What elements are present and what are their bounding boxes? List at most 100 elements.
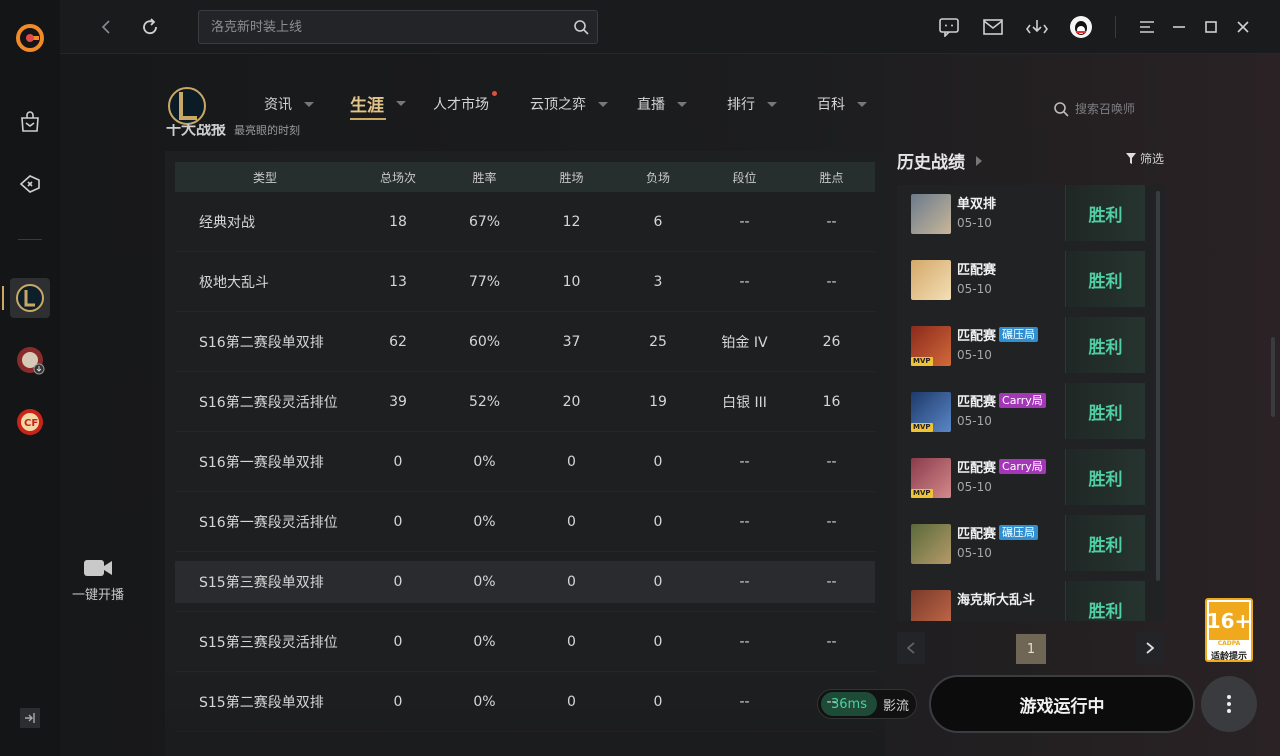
table-cell: 37 bbox=[562, 333, 581, 350]
table-cell: 67% bbox=[468, 213, 501, 230]
age-rating-badge: 16+ CADPA 适龄提示 bbox=[1205, 598, 1253, 662]
match-result: 胜利 bbox=[1065, 185, 1145, 241]
global-search-input[interactable] bbox=[211, 11, 551, 43]
current-page[interactable]: 1 bbox=[1016, 634, 1046, 664]
gamepad-icon[interactable] bbox=[10, 164, 50, 204]
match-card[interactable]: MVP 匹配赛 Carry局 05-10 胜利 bbox=[897, 449, 1155, 505]
next-page-button[interactable] bbox=[1136, 632, 1164, 664]
match-date: 05-10 bbox=[957, 216, 992, 230]
match-history-list: 单双排 05-10 胜利 匹配赛 05-10 胜利 MVP 匹配赛 碾压局 05-10 胜利 MVP 匹… bbox=[897, 185, 1165, 621]
table-row[interactable]: S16第一赛段灵活排位 0 0% 0 0 -- -- bbox=[175, 492, 875, 552]
table-header: 类型 总场次 胜率 胜场 负场 段位 胜点 bbox=[175, 162, 875, 192]
game-running-button[interactable]: 游戏运行中 bbox=[929, 675, 1195, 733]
match-mode: 匹配赛 碾压局 bbox=[957, 325, 1039, 344]
match-tag-badge: 碾压局 bbox=[999, 525, 1039, 540]
match-card[interactable]: 单双排 05-10 胜利 bbox=[897, 185, 1155, 241]
maximize-icon[interactable] bbox=[1198, 14, 1224, 40]
col-header: 类型 bbox=[252, 170, 277, 185]
history-scrollbar[interactable] bbox=[1156, 191, 1160, 581]
match-card[interactable]: MVP 匹配赛 碾压局 05-10 胜利 bbox=[897, 317, 1155, 373]
table-cell: 0 bbox=[567, 633, 576, 650]
nav-item-label: 云顶之弈 bbox=[530, 97, 586, 113]
menu-icon[interactable] bbox=[1134, 14, 1160, 40]
col-header: 胜率 bbox=[472, 170, 497, 185]
table-cell: S15第三赛段灵活排位 bbox=[199, 634, 338, 651]
table-cell: 0% bbox=[473, 633, 496, 650]
table-row[interactable]: S15第三赛段灵活排位 0 0% 0 0 -- -- bbox=[175, 612, 875, 672]
back-arrow-icon[interactable] bbox=[94, 14, 120, 40]
match-card[interactable]: 匹配赛 05-10 胜利 bbox=[897, 251, 1155, 307]
history-title: 历史战绩 bbox=[897, 153, 965, 173]
table-row[interactable]: S15第三赛段单双排 0 0% 0 0 -- -- bbox=[175, 552, 875, 612]
search-icon[interactable] bbox=[573, 19, 589, 39]
global-search-box[interactable] bbox=[198, 10, 598, 44]
chevron-down-icon bbox=[598, 101, 608, 107]
col-header: 总场次 bbox=[379, 170, 416, 185]
more-options-button[interactable] bbox=[1201, 676, 1257, 732]
history-header[interactable]: 历史战绩 bbox=[897, 148, 983, 173]
match-card[interactable]: 匹配赛 碾压局 05-10 胜利 bbox=[897, 515, 1155, 571]
more-vertical-icon bbox=[1227, 695, 1231, 713]
champion-avatar bbox=[911, 590, 951, 621]
dnf-game-icon[interactable] bbox=[10, 340, 50, 380]
table-row[interactable]: S16第一赛段单双排 0 0% 0 0 -- -- bbox=[175, 432, 875, 492]
match-card[interactable]: 海克斯大乱斗 胜利 bbox=[897, 581, 1155, 621]
table-cell: -- bbox=[739, 513, 750, 530]
table-row[interactable]: S16第二赛段灵活排位 39 52% 20 19 白银 III 16 bbox=[175, 372, 875, 432]
table-row[interactable]: S16第二赛段单双排 62 60% 37 25 铂金 IV 26 bbox=[175, 312, 875, 372]
table-cell: 0 bbox=[393, 573, 403, 590]
table-cell: 0% bbox=[473, 573, 496, 590]
match-date: 05-10 bbox=[957, 414, 992, 428]
nav-item-tft[interactable]: 云顶之弈 bbox=[530, 94, 608, 114]
notification-dot bbox=[492, 91, 497, 96]
svg-text:CF: CF bbox=[24, 418, 38, 429]
nav-item-label: 百科 bbox=[817, 97, 845, 113]
table-cell: -- bbox=[739, 633, 750, 650]
nav-item-label: 生涯 bbox=[350, 96, 384, 116]
main-scrollbar[interactable] bbox=[1271, 337, 1275, 417]
live-label: 一键开播 bbox=[71, 588, 124, 603]
nav-item-news[interactable]: 资讯 bbox=[264, 94, 314, 114]
qq-avatar-icon[interactable] bbox=[1068, 14, 1094, 40]
table-cell: 0% bbox=[473, 453, 496, 470]
prev-page-button[interactable] bbox=[897, 632, 925, 664]
match-mode: 单双排 bbox=[957, 193, 996, 212]
lol-game-icon[interactable] bbox=[10, 278, 50, 318]
close-icon[interactable] bbox=[1230, 14, 1256, 40]
chat-icon[interactable] bbox=[936, 14, 962, 40]
match-card[interactable]: MVP 匹配赛 Carry局 05-10 胜利 bbox=[897, 383, 1155, 439]
one-click-live-button[interactable]: 一键开播 bbox=[56, 558, 140, 603]
table-row[interactable]: 极地大乱斗 13 77% 10 3 -- -- bbox=[175, 252, 875, 312]
store-bag-icon[interactable] bbox=[10, 102, 50, 142]
table-cell: -- bbox=[739, 453, 750, 470]
table-cell: 3 bbox=[653, 273, 663, 290]
table-cell: 0 bbox=[653, 453, 663, 470]
nav-item-live[interactable]: 直播 bbox=[637, 94, 687, 114]
title-bar bbox=[60, 0, 1280, 54]
match-date: 05-10 bbox=[957, 348, 992, 362]
cf-game-icon[interactable]: CF bbox=[10, 402, 50, 442]
table-row[interactable]: 经典对战 18 67% 12 6 -- -- bbox=[175, 192, 875, 252]
mail-icon[interactable] bbox=[980, 14, 1006, 40]
table-cell: -- bbox=[826, 573, 837, 590]
table-cell: 16 bbox=[822, 393, 841, 410]
minimize-icon[interactable] bbox=[1166, 14, 1192, 40]
nav-item-wiki[interactable]: 百科 bbox=[817, 94, 867, 114]
chevron-down-icon bbox=[304, 101, 314, 107]
refresh-icon[interactable] bbox=[137, 14, 163, 40]
download-icon[interactable] bbox=[1024, 14, 1050, 40]
nav-item-career[interactable]: 生涯 bbox=[350, 91, 406, 120]
collapse-sidebar-button[interactable] bbox=[20, 708, 40, 728]
table-cell: S15第三赛段单双排 bbox=[199, 574, 324, 591]
table-row[interactable]: S15第二赛段单双排 0 0% 0 0 -- -- bbox=[175, 672, 875, 732]
match-date: 05-10 bbox=[957, 546, 992, 560]
nav-item-talent-market[interactable]: 人才市场 bbox=[433, 94, 489, 114]
summoner-search[interactable]: 搜索召唤师 bbox=[1053, 100, 1135, 117]
nav-item-ranking[interactable]: 排行 bbox=[727, 94, 777, 114]
wegame-logo-icon[interactable] bbox=[10, 18, 50, 58]
stats-table: 类型 总场次 胜率 胜场 负场 段位 胜点 经典对战 18 67% 12 6 -- -- 极地… bbox=[165, 151, 885, 756]
rail-divider bbox=[18, 239, 42, 240]
filter-button[interactable]: 筛选 bbox=[1126, 150, 1164, 167]
main-content: 资讯 生涯 人才市场 云顶之弈 直播 排行 百科 搜索召唤师 十大战报 最亮眼的时… bbox=[60, 54, 1280, 756]
match-mode-label: 海克斯大乱斗 bbox=[957, 593, 1036, 608]
